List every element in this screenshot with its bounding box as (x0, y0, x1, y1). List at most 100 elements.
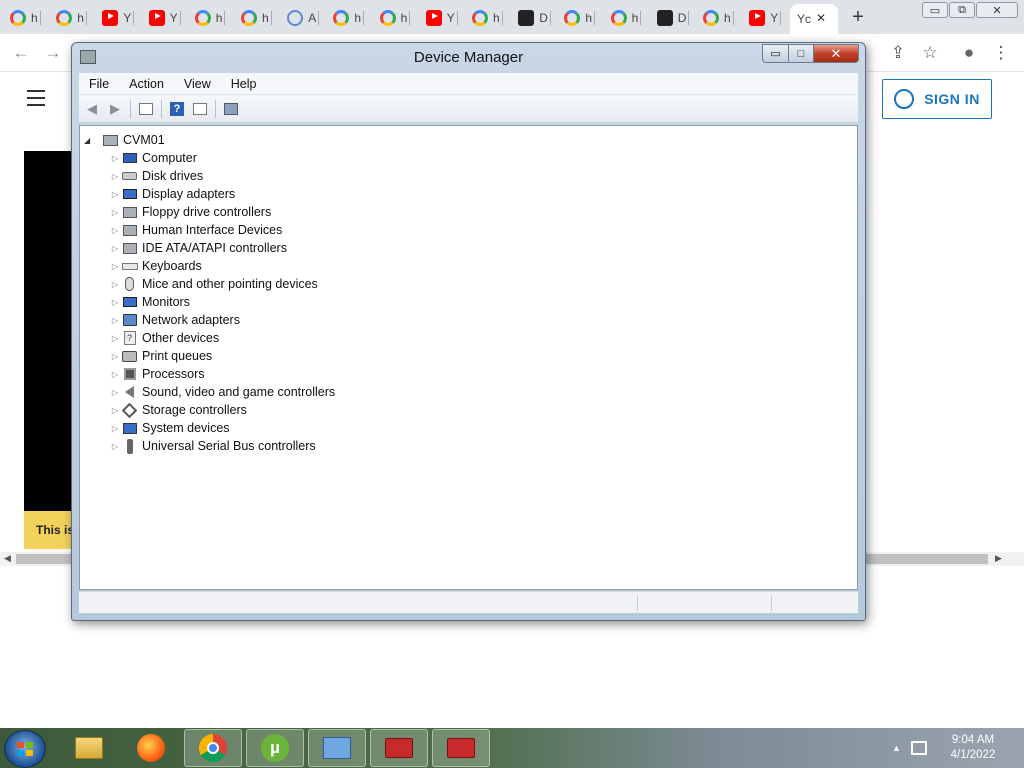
back-icon[interactable]: ◀ (83, 100, 101, 117)
device-category[interactable]: ▷ Sound, video and game controllers (110, 383, 335, 401)
tree-root[interactable]: ◢ CVM01 (84, 131, 165, 149)
browser-tab[interactable]: h (56, 6, 87, 30)
device-category[interactable]: ▷ Human Interface Devices (110, 221, 282, 239)
taskbar-clock[interactable]: 9:04 AM 4/1/2022 (936, 733, 1010, 763)
menu-help[interactable]: Help (221, 77, 267, 91)
expand-arrow-icon[interactable]: ▷ (110, 387, 120, 397)
expand-arrow-icon[interactable]: ▷ (110, 297, 120, 307)
back-arrow-icon[interactable]: ← (10, 42, 32, 64)
device-category[interactable]: ▷? Other devices (110, 329, 219, 347)
browser-tab[interactable]: h (610, 6, 642, 30)
browser-tab[interactable]: h (241, 6, 272, 30)
browser-tab[interactable]: h (379, 6, 411, 30)
browser-tab[interactable]: h (703, 6, 734, 30)
menu-view[interactable]: View (174, 77, 221, 91)
account-icon[interactable]: ● (958, 42, 980, 64)
properties-icon[interactable] (191, 100, 209, 117)
expand-arrow-icon[interactable]: ▷ (110, 351, 120, 361)
device-category-icon (121, 385, 138, 400)
device-category[interactable]: ▷ Disk drives (110, 167, 203, 185)
browser-tab[interactable]: Y (425, 6, 458, 30)
device-category-label: Print queues (142, 349, 213, 363)
device-category[interactable]: ▷ Keyboards (110, 257, 202, 275)
taskbar-utorrent[interactable]: µ (246, 729, 304, 767)
show-hidden-icons-icon[interactable]: ▲ (892, 743, 901, 753)
device-category[interactable]: ▷ Display adapters (110, 185, 235, 203)
forward-arrow-icon[interactable]: → (42, 42, 64, 64)
tab-label: A (308, 11, 317, 25)
close-button[interactable]: ✕ (813, 44, 859, 63)
browser-tab[interactable]: h (10, 6, 41, 30)
bookmark-star-icon[interactable]: ☆ (919, 42, 941, 64)
device-category[interactable]: ▷ Print queues (110, 347, 212, 365)
new-tab-button[interactable]: + (848, 6, 868, 29)
taskbar-chrome[interactable] (184, 729, 242, 767)
expand-arrow-icon[interactable]: ▷ (110, 243, 120, 253)
help-icon[interactable]: ? (168, 100, 186, 117)
expand-arrow-icon[interactable]: ▷ (110, 279, 120, 289)
network-icon[interactable] (910, 741, 927, 755)
expand-arrow-icon[interactable]: ▷ (110, 153, 120, 163)
sign-in-button[interactable]: SIGN IN (882, 79, 992, 119)
expand-arrow-icon[interactable]: ▷ (110, 207, 120, 217)
hamburger-menu-icon[interactable] (27, 90, 45, 111)
device-category[interactable]: ▷ System devices (110, 419, 230, 437)
tab-close-icon[interactable]: ✕ (816, 11, 826, 25)
device-category[interactable]: ▷ Universal Serial Bus controllers (110, 437, 316, 455)
browser-tab[interactable]: h (194, 6, 226, 30)
expand-arrow-icon[interactable]: ▷ (110, 225, 120, 235)
browser-menu-icon[interactable]: ⋮ (990, 42, 1012, 64)
device-category[interactable]: ▷ IDE ATA/ATAPI controllers (110, 239, 287, 257)
expand-arrow-icon[interactable]: ▷ (110, 423, 120, 433)
browser-tab[interactable]: h (333, 6, 365, 30)
share-icon[interactable]: ⇪ (887, 42, 909, 64)
taskbar-remote-desktop[interactable] (308, 729, 366, 767)
expand-arrow-icon[interactable]: ▷ (110, 369, 120, 379)
browser-tab[interactable]: D (656, 6, 690, 30)
device-category-label: Storage controllers (142, 403, 247, 417)
menu-action[interactable]: Action (119, 77, 174, 91)
browser-close-button[interactable]: ✕ (976, 2, 1018, 18)
scroll-right-icon[interactable]: ▶ (995, 553, 1002, 564)
forward-icon[interactable]: ▶ (106, 100, 124, 117)
browser-restore-button[interactable]: ⧉ (949, 2, 975, 18)
show-hide-console-tree-icon[interactable] (137, 100, 155, 117)
expand-arrow-icon[interactable]: ▷ (110, 405, 120, 415)
expand-arrow-icon[interactable]: ▷ (110, 441, 120, 451)
device-category[interactable]: ▷ Processors (110, 365, 205, 383)
device-category[interactable]: ▷ Monitors (110, 293, 190, 311)
expand-arrow-icon[interactable]: ▷ (110, 189, 120, 199)
minimize-button[interactable]: ▭ (762, 44, 789, 63)
device-category[interactable]: ▷ Storage controllers (110, 401, 247, 419)
taskbar-firefox[interactable] (122, 729, 180, 767)
browser-tab[interactable]: D (518, 6, 551, 30)
taskbar-toolbox-2[interactable] (432, 729, 490, 767)
maximize-button[interactable]: □ (788, 44, 814, 63)
expand-arrow-icon[interactable]: ▷ (110, 315, 120, 325)
taskbar-explorer[interactable] (60, 729, 118, 767)
expand-arrow-icon[interactable]: ▷ (110, 261, 120, 271)
browser-tab[interactable]: Y (102, 6, 135, 30)
expand-arrow-icon[interactable]: ▷ (110, 171, 120, 181)
taskbar-toolbox-1[interactable] (370, 729, 428, 767)
browser-minimize-button[interactable]: ▭ (922, 2, 948, 18)
start-button[interactable] (4, 730, 46, 768)
browser-tab[interactable]: Y (749, 6, 782, 30)
browser-tab[interactable]: A (287, 6, 320, 30)
device-category[interactable]: ▷ Computer (110, 149, 197, 167)
scan-hardware-changes-icon[interactable] (222, 100, 240, 117)
browser-tab[interactable]: Y (148, 6, 181, 30)
device-category[interactable]: ▷ Mice and other pointing devices (110, 275, 318, 293)
collapse-arrow-icon[interactable]: ◢ (84, 136, 94, 145)
device-manager-titlebar[interactable]: Device Manager ▭ □ ✕ (72, 43, 865, 73)
device-category[interactable]: ▷ Floppy drive controllers (110, 203, 271, 221)
browser-tab[interactable]: h (472, 6, 503, 30)
browser-tab-active[interactable]: Yc ✕ (790, 4, 838, 34)
device-category[interactable]: ▷ Network adapters (110, 311, 240, 329)
youtube-icon (148, 10, 165, 26)
menu-file[interactable]: File (79, 77, 119, 91)
browser-tab[interactable]: h (564, 6, 596, 30)
device-tree[interactable]: ◢ CVM01 ▷ Computer ▷ Disk drives ▷ Display ad… (79, 125, 858, 590)
scroll-left-icon[interactable]: ◀ (4, 553, 11, 564)
expand-arrow-icon[interactable]: ▷ (110, 333, 120, 343)
